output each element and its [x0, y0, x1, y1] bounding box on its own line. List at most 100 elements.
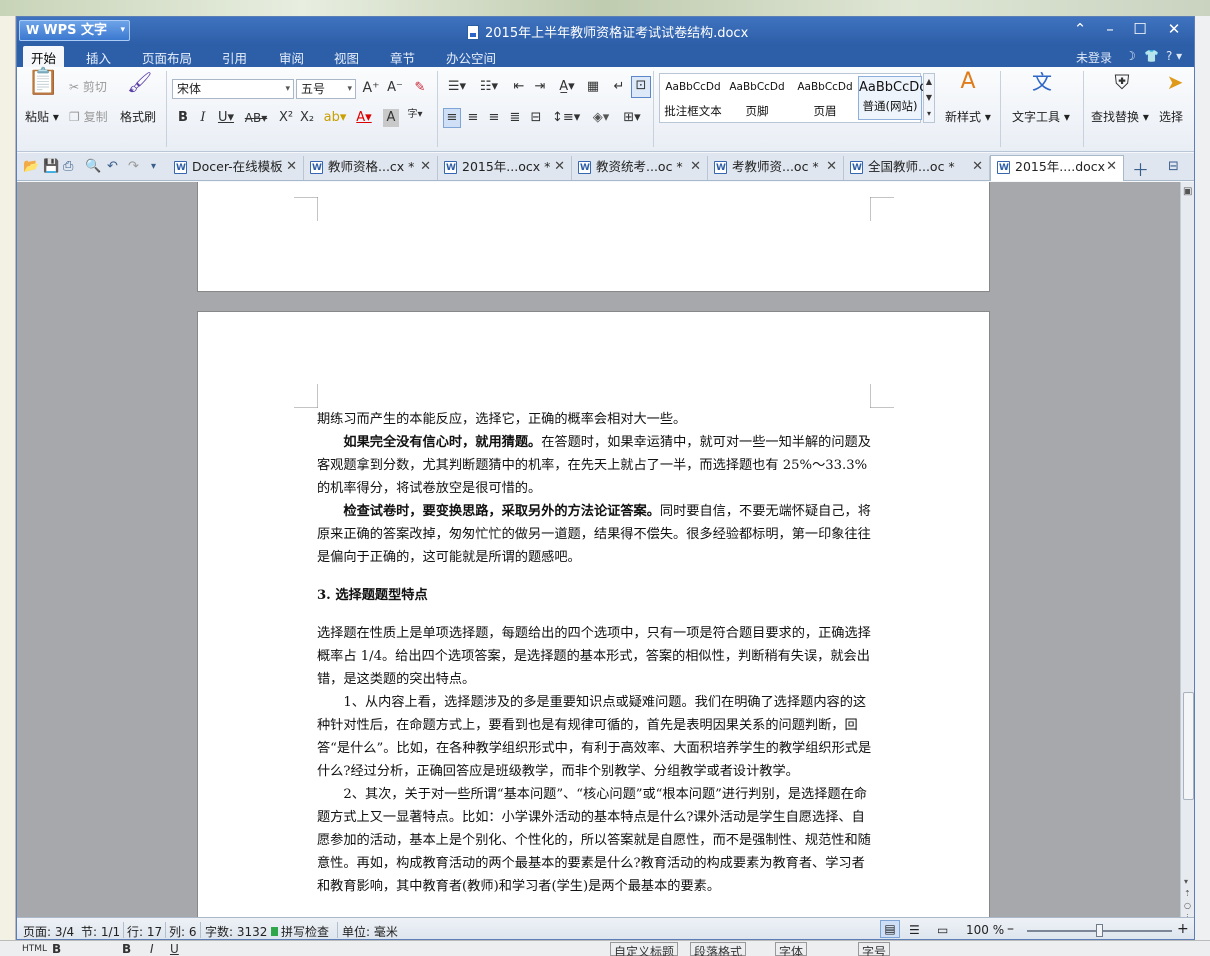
print-icon[interactable]: ⎙ [63, 159, 73, 174]
page-view-icon[interactable]: ▤ [880, 920, 900, 938]
zoom-in-icon[interactable]: + [1177, 921, 1189, 937]
app-menu-button[interactable]: W WPS 文字 ▾ [19, 20, 130, 41]
style-header[interactable]: 页眉 [794, 103, 856, 119]
new-tab-icon[interactable]: ＋ [1132, 156, 1149, 181]
bullet-list-icon[interactable]: ☰▾ [443, 78, 471, 96]
tab-doc-2[interactable]: 2015年...ocx *✕ [438, 156, 572, 180]
number-list-icon[interactable]: ☷▾ [475, 78, 503, 96]
text-tools-button[interactable]: 文字工具 ▾ [1012, 108, 1070, 125]
select-button[interactable]: 选择 [1159, 108, 1183, 125]
underline-icon[interactable]: U▾ [214, 109, 238, 127]
format-painter-button[interactable]: 格式刷 [120, 108, 156, 125]
close-icon[interactable]: ✕ [286, 156, 297, 178]
format-painter-icon[interactable]: 🖌 [127, 72, 152, 101]
redo-icon[interactable]: ↷ [128, 159, 139, 174]
cut-button[interactable]: ✂ 剪切 [69, 78, 107, 95]
copy-button[interactable]: ❐ 复制 [69, 108, 108, 125]
text-tools-icon[interactable]: 文 [1027, 72, 1057, 101]
zoom-slider-thumb[interactable] [1096, 924, 1103, 937]
line-spacing-icon[interactable]: ↕≡▾ [552, 109, 580, 127]
print-preview-icon[interactable]: 🔍 [85, 159, 101, 174]
tab-list-icon[interactable]: ⊟ [1168, 159, 1179, 174]
select-cursor-icon[interactable]: ➤ [1165, 72, 1185, 101]
ribbon-collapse-icon[interactable]: ⌃ [1067, 20, 1093, 38]
help-icon[interactable]: ? ▾ [1166, 49, 1182, 63]
strikethrough-icon[interactable]: AB▾ [242, 109, 270, 127]
menu-view[interactable]: 视图 [334, 48, 359, 67]
borders-icon[interactable]: ⊞▾ [618, 109, 646, 127]
login-status[interactable]: 未登录 [1076, 49, 1112, 66]
superscript-icon[interactable]: X² [277, 109, 295, 127]
save-icon[interactable]: 💾 [43, 159, 59, 174]
phonetic-icon[interactable]: 字▾ [404, 106, 426, 124]
align-right-icon[interactable]: ≡ [485, 109, 503, 127]
shrink-font-icon[interactable]: A⁻ [385, 79, 405, 97]
spell-check-toggle[interactable]: 拼写检查 [271, 923, 329, 939]
new-style-button[interactable]: 新样式 ▾ [945, 108, 991, 125]
find-replace-button[interactable]: 查找替换 ▾ [1091, 108, 1149, 125]
subscript-icon[interactable]: X₂ [298, 109, 316, 127]
close-icon[interactable]: ✕ [420, 156, 431, 178]
tab-doc-5[interactable]: 全国教师...oc * ✕ [844, 156, 990, 180]
bold-icon[interactable]: B [175, 109, 191, 127]
decrease-indent-icon[interactable]: ⇤ [509, 78, 529, 96]
status-words[interactable]: 字数: 3132 [205, 923, 267, 939]
zoom-level[interactable]: 100 % [966, 923, 1004, 937]
binoculars-icon[interactable]: ⛨ [1107, 72, 1137, 101]
vertical-scrollbar[interactable]: ▣ ▾⇡○⇣ [1180, 182, 1194, 932]
open-folder-icon[interactable]: 📂 [23, 159, 39, 174]
clear-format-icon[interactable]: ✎ [410, 79, 430, 97]
italic-icon[interactable]: I [195, 109, 211, 127]
shading-icon[interactable]: ◈▾ [587, 109, 615, 127]
align-center-icon[interactable]: ≡ [464, 109, 482, 127]
menu-home[interactable]: 开始 [23, 46, 65, 67]
menu-office-space[interactable]: 办公空间 [446, 48, 496, 67]
distribute-icon[interactable]: ⊟ [527, 109, 545, 127]
tab-doc-4[interactable]: 考教师资...oc * ✕ [708, 156, 844, 180]
style-footer[interactable]: 页脚 [726, 103, 788, 119]
web-view-icon[interactable]: ▭ [937, 923, 948, 937]
menu-page-layout[interactable]: 页面布局 [142, 48, 192, 67]
close-button[interactable]: ✕ [1161, 20, 1187, 38]
menu-chapter[interactable]: 章节 [390, 48, 415, 67]
scrollbar-thumb[interactable] [1183, 692, 1194, 800]
tab-doc-active[interactable]: 2015年....docx✕ [990, 155, 1124, 181]
font-color-icon[interactable]: A▾ [352, 109, 376, 127]
grow-font-icon[interactable]: A⁺ [361, 79, 381, 97]
show-hide-icon[interactable]: ⊡ [631, 76, 651, 98]
font-name-combo[interactable]: 宋体 [172, 79, 294, 99]
table-icon[interactable]: ▦ [583, 78, 603, 96]
justify-icon[interactable]: ≣ [506, 109, 524, 127]
font-size-combo[interactable]: 五号 [296, 79, 356, 99]
shirt-icon[interactable]: 👕 [1144, 49, 1159, 63]
style-sample[interactable]: AaBbCcDd [726, 81, 788, 93]
maximize-button[interactable]: ☐ [1127, 20, 1153, 38]
tab-doc-1[interactable]: 教师资格...cx * ✕ [304, 156, 438, 180]
style-sample[interactable]: AaBbCcDd [794, 81, 856, 93]
para-mark-icon[interactable]: ↵ [609, 78, 629, 96]
document-body[interactable]: 期练习而产生的本能反应，选择它，正确的概率会相对大一些。 如果完全没有信心时，就… [317, 408, 872, 898]
ruler-toggle-icon[interactable]: ▣ [1183, 186, 1192, 197]
outline-view-icon[interactable]: ☰ [909, 923, 920, 937]
menu-insert[interactable]: 插入 [86, 48, 111, 67]
char-shading-icon[interactable]: A [383, 109, 399, 127]
close-icon[interactable]: ✕ [690, 156, 701, 178]
style-gallery-scroll[interactable]: ▲ ▼ ▾ [923, 73, 935, 123]
paste-button[interactable]: 粘贴 ▾ [25, 108, 59, 125]
zoom-slider[interactable] [1027, 924, 1172, 937]
text-direction-icon[interactable]: A̲▾ [554, 78, 580, 96]
new-style-icon[interactable]: A [952, 71, 984, 101]
align-left-icon[interactable]: ≡ [443, 108, 461, 128]
status-unit[interactable]: 单位: 毫米 [342, 923, 398, 939]
menu-references[interactable]: 引用 [222, 48, 247, 67]
highlight-icon[interactable]: ab▾ [322, 109, 348, 127]
close-icon[interactable]: ✕ [554, 156, 565, 178]
increase-indent-icon[interactable]: ⇥ [530, 78, 550, 96]
close-icon[interactable]: ✕ [826, 156, 837, 178]
style-normal-web[interactable]: AaBbCcDc 普通(网站) [858, 76, 926, 120]
style-comment-box-text[interactable]: 批注框文本 [660, 103, 726, 119]
skin-icon[interactable]: ☽ [1125, 49, 1136, 63]
undo-icon[interactable]: ↶ [107, 159, 118, 174]
tab-docer[interactable]: Docer-在线模板✕ [168, 156, 304, 180]
tab-doc-3[interactable]: 教资统考...oc * ✕ [572, 156, 708, 180]
